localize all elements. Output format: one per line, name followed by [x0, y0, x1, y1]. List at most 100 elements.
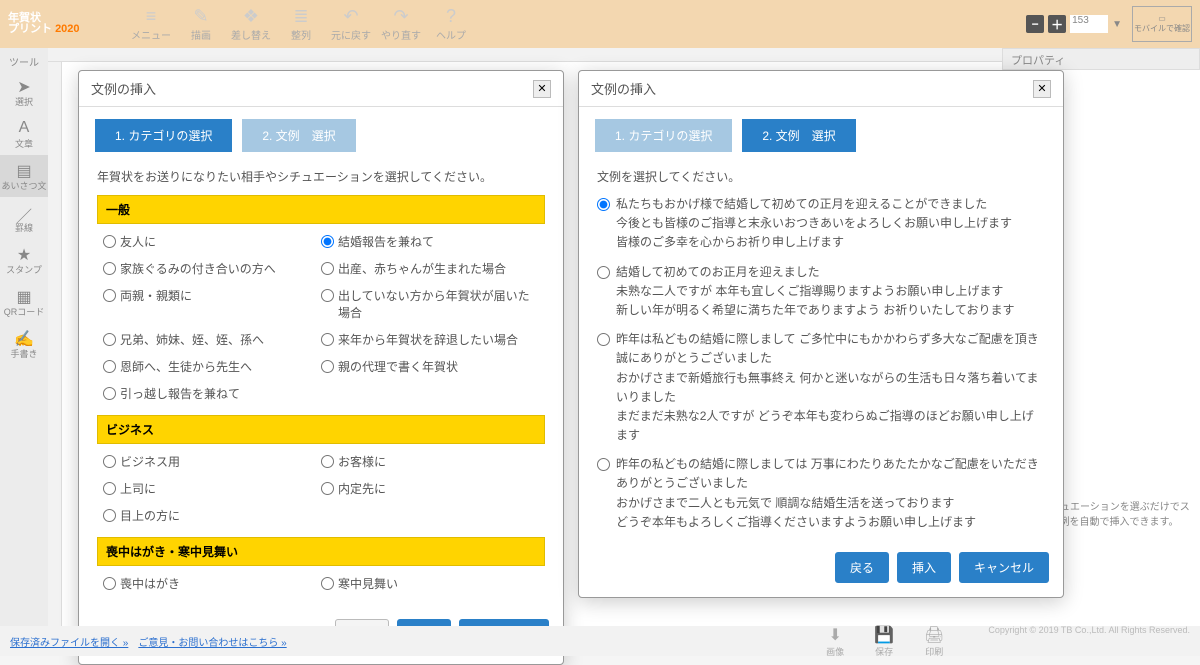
dialog2-cancel-button[interactable]: キャンセル: [959, 552, 1049, 583]
tool-qr[interactable]: ▦QRコード: [0, 281, 48, 323]
example-text: 昨年の私どもの結婚に際しましては 万事にわたりあたたかなご配慮をいただきありがと…: [616, 455, 1045, 532]
radio[interactable]: [103, 509, 116, 522]
text-icon: A: [19, 119, 30, 137]
radio[interactable]: [103, 262, 116, 275]
help-button[interactable]: ?ヘルプ: [426, 7, 476, 42]
example-option[interactable]: 結婚して初めてのお正月を迎えました 未熟な二人ですが 本年も宜しくご指導賜ります…: [597, 263, 1045, 321]
radio[interactable]: [321, 482, 334, 495]
category-option[interactable]: 結婚報告を兼ねて: [321, 230, 539, 253]
doc-icon: ▤: [16, 161, 31, 179]
category-option[interactable]: お客様に: [321, 450, 539, 473]
footer-feedback-link[interactable]: ご意見・お問い合わせはこちら »: [138, 634, 286, 649]
footer-image-button[interactable]: ⬇画像: [826, 625, 844, 658]
menu-icon: ≡: [126, 7, 176, 27]
category-option[interactable]: 喪中はがき: [103, 572, 321, 595]
category-option[interactable]: 友人に: [103, 230, 321, 253]
radio[interactable]: [321, 360, 334, 373]
footer: 保存済みファイルを開く » ご意見・お問い合わせはこちら » ⬇画像 💾保存 🖨…: [0, 626, 1200, 656]
option-label: 親の代理で書く年賀状: [338, 358, 458, 375]
redo-button[interactable]: ↷やり直す: [376, 7, 426, 42]
menu-button[interactable]: ≡メニュー: [126, 7, 176, 42]
radio[interactable]: [103, 455, 116, 468]
footer-print-button[interactable]: 🖨印刷: [924, 625, 944, 658]
radio[interactable]: [103, 289, 116, 302]
category-option[interactable]: [321, 504, 539, 527]
swap-button[interactable]: ❖差し替え: [226, 7, 276, 42]
category-option[interactable]: 上司に: [103, 477, 321, 500]
option-label: 上司に: [120, 480, 156, 497]
tool-line[interactable]: ／罫線: [0, 197, 48, 239]
category-option[interactable]: 引っ越し報告を兼ねて: [103, 382, 321, 405]
radio[interactable]: [597, 333, 610, 346]
radio[interactable]: [597, 266, 610, 279]
topbar: 年賀状 プリント 2020 ≡メニュー ✎描画 ❖差し替え ≣整列 ↶元に戻す …: [0, 0, 1200, 48]
category-option[interactable]: 親の代理で書く年賀状: [321, 355, 539, 378]
category-option[interactable]: 恩師へ、生徒から先生へ: [103, 355, 321, 378]
radio[interactable]: [321, 262, 334, 275]
section-header: 一般: [97, 195, 545, 224]
option-label: 結婚報告を兼ねて: [338, 233, 434, 250]
zoom-in-button[interactable]: ＋: [1048, 15, 1066, 33]
radio[interactable]: [597, 458, 610, 471]
zoom-value[interactable]: 153: [1070, 15, 1108, 33]
option-label: 出産、赤ちゃんが生まれた場合: [338, 260, 506, 277]
category-option[interactable]: 兄弟、姉妹、姪、姪、孫へ: [103, 328, 321, 351]
category-option[interactable]: 家族ぐるみの付き合いの方へ: [103, 257, 321, 280]
radio[interactable]: [321, 235, 334, 248]
dialog2-tab-example[interactable]: 2. 文例 選択: [742, 119, 855, 152]
dialog1-close-button[interactable]: ✕: [533, 80, 551, 98]
category-option[interactable]: 出産、赤ちゃんが生まれた場合: [321, 257, 539, 280]
radio[interactable]: [103, 387, 116, 400]
dialog2-tab-category[interactable]: 1. カテゴリの選択: [595, 119, 732, 152]
tool-greeting[interactable]: ▤あいさつ文: [0, 155, 48, 197]
dialog1-tab-category[interactable]: 1. カテゴリの選択: [95, 119, 232, 152]
sidebar-title: ツール: [0, 52, 48, 71]
option-label: 内定先に: [338, 480, 386, 497]
tool-stamp[interactable]: ★スタンプ: [0, 239, 48, 281]
section-header: ビジネス: [97, 415, 545, 444]
category-option[interactable]: 来年から年賀状を辞退したい場合: [321, 328, 539, 351]
radio[interactable]: [103, 235, 116, 248]
footer-save-button[interactable]: 💾保存: [874, 625, 894, 658]
category-option[interactable]: 目上の方に: [103, 504, 321, 527]
tool-select[interactable]: ➤選択: [0, 71, 48, 113]
category-option[interactable]: [321, 382, 539, 405]
save-icon: 💾: [874, 625, 894, 645]
draw-button[interactable]: ✎描画: [176, 7, 226, 42]
dialog2-instruction: 文例を選択してください。: [597, 168, 1045, 185]
properties-panel-header[interactable]: プロパティ: [1002, 48, 1200, 70]
radio[interactable]: [103, 482, 116, 495]
radio[interactable]: [321, 577, 334, 590]
category-option[interactable]: 両親・親類に: [103, 284, 321, 324]
footer-open-file-link[interactable]: 保存済みファイルを開く »: [10, 634, 128, 649]
category-option[interactable]: 寒中見舞い: [321, 572, 539, 595]
radio[interactable]: [103, 577, 116, 590]
undo-button[interactable]: ↶元に戻す: [326, 7, 376, 42]
category-option[interactable]: ビジネス用: [103, 450, 321, 473]
radio[interactable]: [321, 289, 334, 302]
radio[interactable]: [103, 360, 116, 373]
dialog2-back-button[interactable]: 戻る: [835, 552, 889, 583]
example-option[interactable]: 私たちもおかげ様で結婚して初めての正月を迎えることができました 今後とも皆様のご…: [597, 195, 1045, 253]
radio[interactable]: [103, 333, 116, 346]
example-option[interactable]: 昨年の私どもの結婚に際しましては 万事にわたりあたたかなご配慮をいただきありがと…: [597, 455, 1045, 532]
example-option[interactable]: 昨年は私どもの結婚に際しまして ご多忙中にもかかわらず多大なご配慮を頂き 誠にあ…: [597, 330, 1045, 445]
dialog2-close-button[interactable]: ✕: [1033, 80, 1051, 98]
hand-icon: ✍: [14, 329, 34, 347]
align-button[interactable]: ≣整列: [276, 7, 326, 42]
option-label: 両親・親類に: [120, 287, 192, 304]
tool-text[interactable]: A文章: [0, 113, 48, 155]
download-icon: ⬇: [826, 625, 844, 645]
radio[interactable]: [321, 455, 334, 468]
zoom-out-button[interactable]: −: [1026, 15, 1044, 33]
category-option[interactable]: 出していない方から年賀状が届いた場合: [321, 284, 539, 324]
dialog1-tab-example[interactable]: 2. 文例 選択: [242, 119, 355, 152]
option-label: 来年から年賀状を辞退したい場合: [338, 331, 518, 348]
radio[interactable]: [321, 333, 334, 346]
dialog2-insert-button[interactable]: 挿入: [897, 552, 951, 583]
radio[interactable]: [597, 198, 610, 211]
section-header: 喪中はがき・寒中見舞い: [97, 537, 545, 566]
mobile-preview-button[interactable]: ▭モバイルで確認: [1132, 6, 1192, 42]
category-option[interactable]: 内定先に: [321, 477, 539, 500]
tool-handwrite[interactable]: ✍手書き: [0, 323, 48, 365]
